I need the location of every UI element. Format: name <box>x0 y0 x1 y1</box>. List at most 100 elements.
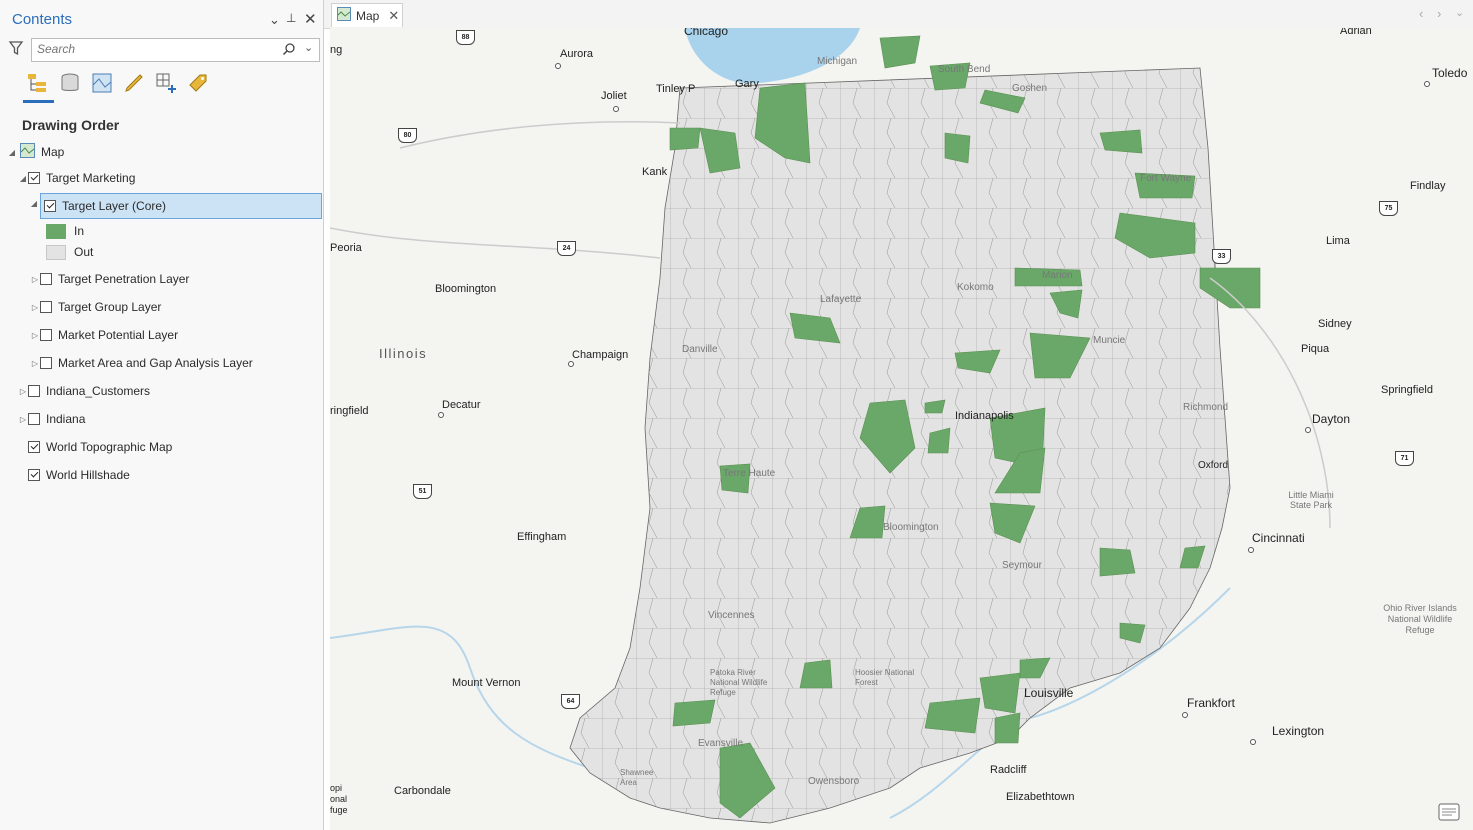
collapse-icon[interactable]: ◢ <box>29 199 39 208</box>
list-by-editing-icon[interactable] <box>122 71 146 98</box>
collapse-icon[interactable]: ◢ <box>18 174 28 183</box>
label-findlay: Findlay <box>1410 180 1446 192</box>
layer-label: Indiana <box>46 412 86 426</box>
expand-icon[interactable]: ▷ <box>18 415 28 424</box>
basemap <box>330 28 1331 824</box>
label-muncie: Muncie <box>1093 335 1126 346</box>
label-partial-2: onal <box>330 794 348 804</box>
label-bloomington-in: Bloomington <box>883 522 939 533</box>
city-dot <box>1248 547 1254 553</box>
label-springfield-il: ringfield <box>330 405 369 417</box>
layer-target-core[interactable]: Target Layer (Core) <box>40 193 322 219</box>
scroll-left-icon[interactable]: ‹ <box>1419 6 1423 21</box>
legend-item-in[interactable]: In <box>46 220 84 242</box>
label-champaign: Champaign <box>572 349 629 361</box>
label-shawnee: Shawnee Area <box>620 768 654 787</box>
label-piqua: Piqua <box>1301 343 1330 355</box>
close-icon[interactable]: ✕ <box>304 10 317 28</box>
layer-target-penetration[interactable]: ▷ Target Penetration Layer <box>30 268 190 290</box>
city-dot <box>438 412 444 418</box>
layer-target-marketing[interactable]: ◢ Target Marketing <box>18 167 135 189</box>
expand-icon[interactable]: ▷ <box>30 303 40 312</box>
label-hoosier: Hoosier National Forest <box>855 668 915 687</box>
map-tab-bar <box>324 0 1473 29</box>
list-by-drawing-order-icon[interactable] <box>26 71 50 98</box>
map-overview-icon[interactable] <box>1438 803 1460 824</box>
list-by-selection-icon[interactable] <box>90 71 114 98</box>
collapse-icon[interactable]: ◢ <box>7 148 17 157</box>
layer-label: Target Layer (Core) <box>62 199 167 213</box>
expand-icon[interactable]: ▷ <box>30 275 40 284</box>
layer-label: Target Penetration Layer <box>58 272 190 286</box>
layer-market-area[interactable]: ▷ Market Area and Gap Analysis Layer <box>30 352 253 374</box>
city-dot <box>568 361 574 367</box>
search-input[interactable] <box>37 42 267 56</box>
expand-icon[interactable]: ▷ <box>30 359 40 368</box>
label-ng: ng <box>330 44 343 56</box>
list-by-source-icon[interactable] <box>58 71 82 98</box>
label-lexington: Lexington <box>1272 724 1325 738</box>
legend-item-out[interactable]: Out <box>46 241 93 263</box>
layer-indiana-customers[interactable]: ▷ Indiana_Customers <box>18 380 150 402</box>
layer-world-hillshade[interactable]: World Hillshade <box>28 464 130 486</box>
pin-icon[interactable]: ⊥ <box>286 11 296 25</box>
label-illinois: Illinois <box>379 346 428 361</box>
layer-indiana[interactable]: ▷ Indiana <box>18 408 85 430</box>
visibility-checkbox[interactable] <box>40 357 52 369</box>
label-partial-1: opi <box>330 783 343 793</box>
map-view[interactable]: Chicago ng Aurora Joliet Tinley P Gary M… <box>330 28 1473 830</box>
pane-options-icon[interactable]: ⌄ <box>269 12 280 28</box>
highway-shield: 88 <box>456 30 475 45</box>
highway-shield: 75 <box>1379 201 1398 216</box>
close-tab-icon[interactable]: ✕ <box>388 8 399 24</box>
search-icon[interactable] <box>282 42 296 59</box>
visibility-checkbox[interactable] <box>40 273 52 285</box>
search-box: ⌄ <box>31 38 320 62</box>
label-evansville: Evansville <box>698 738 744 749</box>
label-little-miami: Little Miami State Park <box>1288 490 1334 510</box>
label-chicago: Chicago <box>684 28 729 38</box>
expand-icon[interactable]: ▷ <box>30 331 40 340</box>
tab-map[interactable]: Map ✕ <box>331 3 403 27</box>
highway-shield: 80 <box>398 128 417 143</box>
visibility-checkbox[interactable] <box>28 469 40 481</box>
visibility-checkbox[interactable] <box>28 172 40 184</box>
layer-label: World Topographic Map <box>46 440 173 454</box>
label-danville: Danville <box>682 344 718 355</box>
label-toledo: Toledo <box>1432 66 1468 80</box>
filter-icon[interactable] <box>8 40 24 59</box>
layer-target-group[interactable]: ▷ Target Group Layer <box>30 296 161 318</box>
label-bloomington-il: Bloomington <box>435 283 497 295</box>
label-richmond: Richmond <box>1183 402 1229 413</box>
visibility-checkbox[interactable] <box>28 413 40 425</box>
search-dropdown-icon[interactable]: ⌄ <box>304 41 313 54</box>
label-marion: Marion <box>1042 270 1073 281</box>
visibility-checkbox[interactable] <box>28 441 40 453</box>
layer-label: Market Area and Gap Analysis Layer <box>58 356 253 370</box>
label-louisville: Louisville <box>1024 686 1074 700</box>
label-sidney: Sidney <box>1318 318 1352 330</box>
label-seymour: Seymour <box>1002 560 1043 571</box>
label-dayton: Dayton <box>1312 412 1351 426</box>
tab-list-icon[interactable]: ⌄ <box>1455 6 1464 19</box>
expand-icon[interactable]: ▷ <box>18 387 28 396</box>
list-by-labeling-icon[interactable] <box>186 71 210 98</box>
label-terre-haute: Terre Haute <box>723 468 776 479</box>
visibility-checkbox[interactable] <box>28 385 40 397</box>
highway-shield: 24 <box>557 241 576 256</box>
label-mount-vernon: Mount Vernon <box>452 677 521 689</box>
layer-world-topographic[interactable]: World Topographic Map <box>28 436 172 458</box>
layer-market-potential[interactable]: ▷ Market Potential Layer <box>30 324 178 346</box>
highway-shield: 64 <box>561 694 580 709</box>
visibility-checkbox[interactable] <box>40 301 52 313</box>
tree-item-map[interactable]: ◢ Map <box>7 141 64 163</box>
label-gary: Gary <box>735 78 759 90</box>
label-partial-3: fuge <box>330 805 348 815</box>
scroll-right-icon[interactable]: › <box>1437 6 1441 21</box>
label-fort-wayne: Fort Wayne <box>1140 173 1192 184</box>
list-by-snapping-icon[interactable] <box>154 71 178 98</box>
label-elizabethtown: Elizabethtown <box>1006 791 1075 803</box>
visibility-checkbox[interactable] <box>44 200 56 212</box>
contents-title: Contents <box>12 11 73 28</box>
visibility-checkbox[interactable] <box>40 329 52 341</box>
